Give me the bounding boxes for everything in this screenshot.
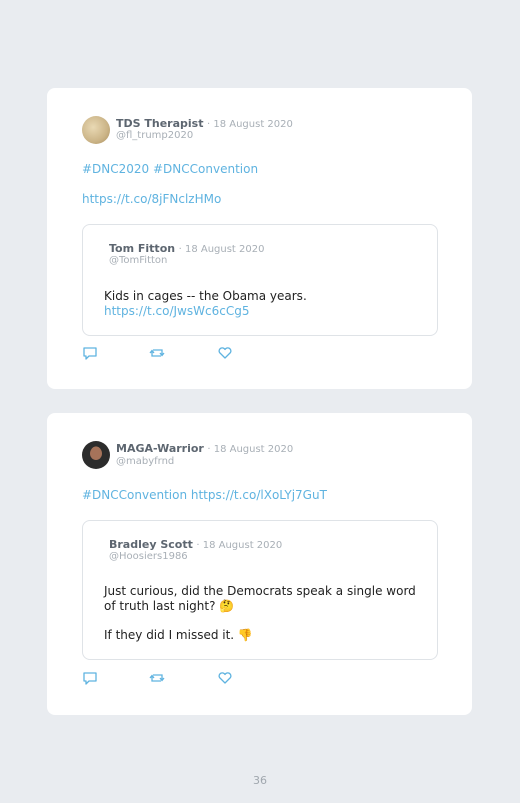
tweet-link[interactable]: https://t.co/8jFNclzHMo [82,192,221,206]
quoted-tweet-text-2: If they did I missed it. 👎 [104,628,253,642]
avatar[interactable] [82,441,110,469]
quoted-author-name[interactable]: Bradley Scott [109,538,193,551]
tweet-actions [82,671,282,687]
tweet-date[interactable]: · 18 August 2020 [207,444,293,455]
hashtags[interactable]: #DNC2020 #DNCConvention [82,162,258,176]
avatar[interactable] [82,116,110,144]
retweet-icon[interactable] [149,671,165,685]
quoted-author-name[interactable]: Tom Fitton [109,242,175,255]
tweet-card: TDS Therapist · 18 August 2020 @fl_trump… [47,88,472,389]
like-icon[interactable] [217,671,233,685]
reply-icon[interactable] [82,346,98,360]
reply-icon[interactable] [82,671,98,685]
quoted-tweet-date: · 18 August 2020 [196,540,283,551]
quoted-author-handle: @TomFitton [109,255,168,266]
quoted-tweet[interactable]: Bradley Scott · 18 August 2020 @Hoosiers… [82,520,438,660]
quoted-author-handle: @Hoosiers1986 [109,551,188,562]
retweet-icon[interactable] [149,346,165,360]
author-handle[interactable]: @mabyfrnd [116,456,174,467]
tweet-actions [82,346,282,362]
tweet-card: MAGA-Warrior · 18 August 2020 @mabyfrnd … [47,413,472,715]
page-number: 36 [253,774,267,787]
quoted-tweet-date: · 18 August 2020 [178,244,265,255]
like-icon[interactable] [217,346,233,360]
tweet-text[interactable]: #DNCConvention https://t.co/lXoLYj7GuT [82,488,327,502]
author-name[interactable]: TDS Therapist [116,117,203,130]
author-name[interactable]: MAGA-Warrior [116,442,204,455]
author-handle[interactable]: @fl_trump2020 [116,130,193,141]
quoted-tweet-header: Bradley Scott · 18 August 2020 [109,538,282,551]
quoted-tweet-text: Just curious, did the Democrats speak a … [104,584,416,613]
quoted-tweet-header: Tom Fitton · 18 August 2020 [109,242,264,255]
tweet-date[interactable]: · 18 August 2020 [207,119,293,130]
quoted-tweet-text: Kids in cages -- the Obama years. [104,289,307,303]
quoted-tweet-link[interactable]: https://t.co/JwsWc6cCg5 [104,304,249,318]
quoted-tweet[interactable]: Tom Fitton · 18 August 2020 @TomFitton K… [82,224,438,336]
tweet-header: MAGA-Warrior · 18 August 2020 [116,442,293,455]
tweet-header: TDS Therapist · 18 August 2020 [116,117,293,130]
